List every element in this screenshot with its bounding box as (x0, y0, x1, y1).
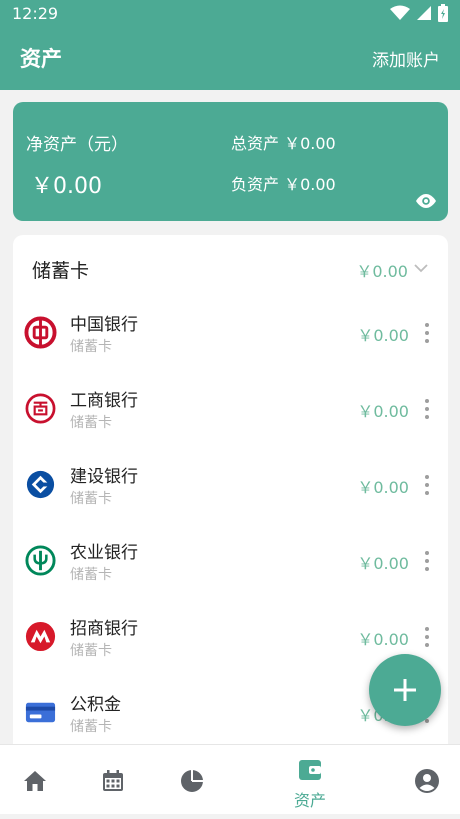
card-icon (25, 702, 56, 723)
battery-icon (438, 4, 448, 22)
net-assets-value: ￥0.00 (31, 174, 102, 199)
bottom-navigation: 资产 (0, 744, 460, 814)
account-row[interactable]: 农业银行 储蓄卡 ￥0.00 (13, 529, 448, 605)
more-vert-icon[interactable] (420, 397, 434, 421)
account-type: 储蓄卡 (70, 719, 112, 735)
add-fab-button[interactable] (369, 654, 441, 726)
calendar-icon (103, 770, 123, 791)
account-type: 储蓄卡 (70, 643, 112, 659)
abc-logo-icon (25, 545, 56, 576)
nav-profile[interactable] (392, 745, 460, 815)
total-assets: 总资产 ￥0.00 (231, 134, 336, 153)
add-account-button[interactable]: 添加账户 (372, 46, 440, 71)
wallet-icon (299, 760, 321, 780)
account-row[interactable]: 工商银行 储蓄卡 ￥0.00 (13, 377, 448, 453)
pie-chart-icon (181, 769, 204, 792)
ccb-logo-icon (26, 470, 55, 499)
account-name: 公积金 (70, 695, 121, 715)
debt-assets: 负资产 ￥0.00 (231, 175, 336, 194)
signal-icon (417, 6, 431, 20)
nav-assets[interactable]: 资产 (275, 745, 345, 815)
account-type: 储蓄卡 (70, 567, 112, 583)
nav-assets-label: 资产 (293, 791, 326, 810)
toolbar: 资产 添加账户 (0, 36, 460, 80)
wifi-icon (390, 5, 410, 20)
account-name: 招商银行 (70, 619, 138, 639)
icbc-logo-icon (25, 393, 56, 424)
more-vert-icon[interactable] (420, 549, 434, 573)
chevron-down-icon[interactable] (412, 259, 430, 277)
account-type: 储蓄卡 (70, 415, 112, 431)
account-name: 中国银行 (70, 315, 138, 335)
account-type: 储蓄卡 (70, 491, 112, 507)
group-title: 储蓄卡 (32, 260, 90, 282)
eye-icon[interactable] (414, 189, 438, 213)
account-icon (415, 769, 439, 793)
account-amount: ￥0.00 (357, 402, 409, 421)
account-row[interactable]: 中国银行 储蓄卡 ￥0.00 (13, 301, 448, 377)
nav-calendar[interactable] (78, 745, 148, 815)
home-icon (24, 771, 46, 791)
group-header-savings[interactable]: 储蓄卡 ￥0.00 (13, 235, 448, 301)
page-title: 资产 (20, 47, 62, 71)
account-amount: ￥0.00 (357, 478, 409, 497)
nav-statistics[interactable] (157, 745, 227, 815)
account-amount: ￥0.00 (357, 554, 409, 573)
account-name: 农业银行 (70, 543, 138, 563)
account-name: 工商银行 (70, 391, 138, 411)
cmb-logo-icon (25, 621, 56, 652)
status-icons (390, 4, 448, 22)
account-amount: ￥0.00 (357, 326, 409, 345)
asset-summary-card: 净资产（元） ￥0.00 总资产 ￥0.00 负资产 ￥0.00 (13, 102, 448, 221)
account-amount: ￥0.00 (357, 630, 409, 649)
nav-home[interactable] (0, 745, 70, 815)
account-type: 储蓄卡 (70, 339, 112, 355)
app-bar: 12:29 资产 添加账户 (0, 0, 460, 90)
account-name: 建设银行 (70, 467, 138, 487)
group-amount: ￥0.00 (356, 262, 408, 281)
more-vert-icon[interactable] (420, 321, 434, 345)
system-nav-strip (0, 814, 460, 819)
status-bar: 12:29 (0, 0, 460, 26)
more-vert-icon[interactable] (420, 473, 434, 497)
plus-icon (394, 679, 416, 701)
net-assets-label: 净资产（元） (26, 135, 128, 155)
status-time: 12:29 (12, 3, 59, 23)
more-vert-icon[interactable] (420, 625, 434, 649)
account-row[interactable]: 建设银行 储蓄卡 ￥0.00 (13, 453, 448, 529)
boc-logo-icon (24, 316, 57, 349)
